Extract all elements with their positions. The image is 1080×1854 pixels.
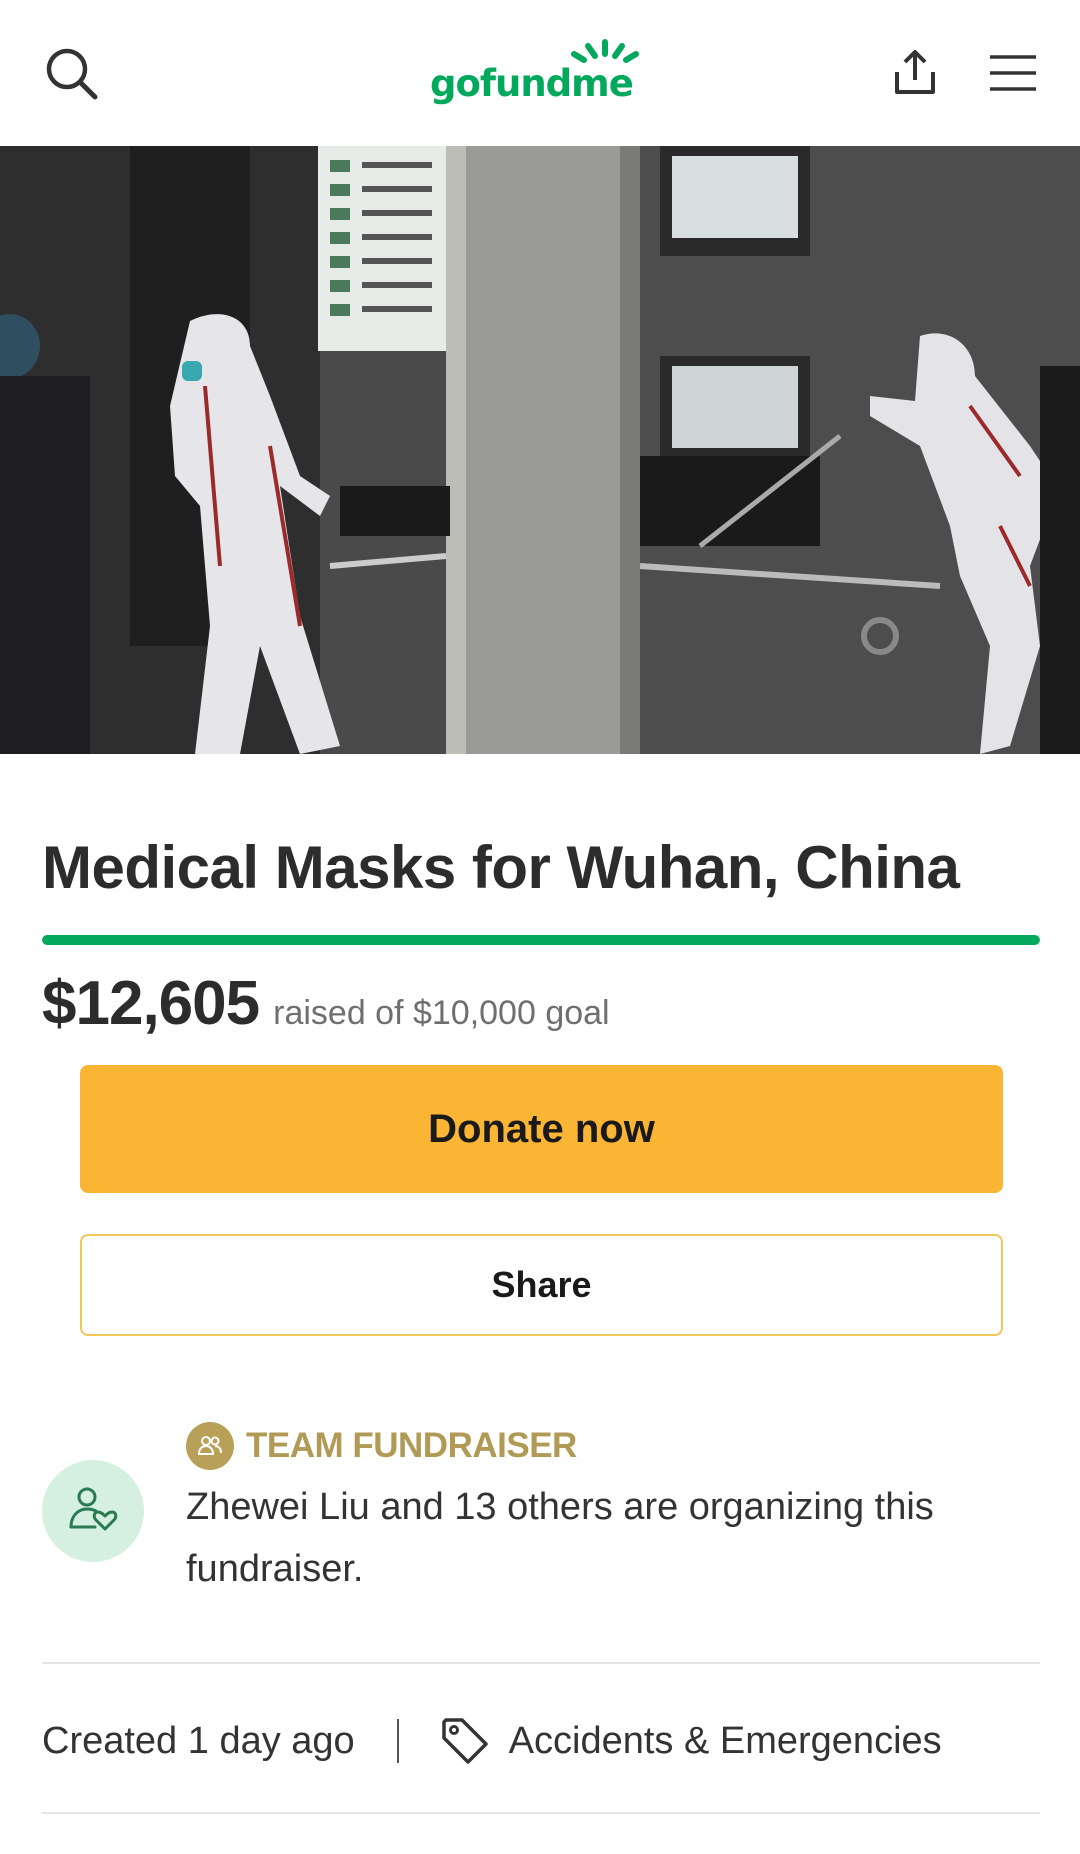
tag-icon [437,1713,493,1769]
funding-progress-bar [42,935,1040,945]
team-fundraiser-badge: TEAM FUNDRAISER [186,1422,577,1470]
person-heart-icon [69,1487,118,1531]
share-button[interactable]: Share [80,1234,1003,1336]
team-people-icon [186,1422,234,1470]
amount-raised-row: $12,605 raised of $10,000 goal [42,968,610,1038]
search-icon[interactable] [36,38,108,110]
raised-amount: $12,605 [42,969,260,1038]
team-fundraiser-label: TEAM FUNDRAISER [246,1426,577,1465]
organizer-description[interactable]: Zhewei Liu and 13 others are organizing … [186,1476,1046,1600]
divider [42,1662,1040,1664]
campaign-meta-row: Created 1 day ago Accidents & Emergencie… [42,1706,942,1776]
campaign-hero-image [0,146,1080,754]
organizer-avatar [42,1460,144,1562]
campaign-title: Medical Masks for Wuhan, China [42,834,960,901]
logo-text: gofundme [430,62,634,105]
hamburger-menu-icon[interactable] [978,40,1048,106]
gofundme-logo[interactable]: gofundme [430,36,650,106]
donate-now-button[interactable]: Donate now [80,1065,1003,1193]
top-nav-bar: gofundme [0,0,1080,146]
created-date: Created 1 day ago [42,1719,355,1762]
meta-separator [396,1719,399,1763]
share-upload-icon[interactable] [880,36,950,108]
goal-text: raised of $10,000 goal [273,994,610,1032]
divider [42,1812,1040,1814]
category-link[interactable]: Accidents & Emergencies [509,1720,942,1763]
progress-fill [42,935,1040,945]
